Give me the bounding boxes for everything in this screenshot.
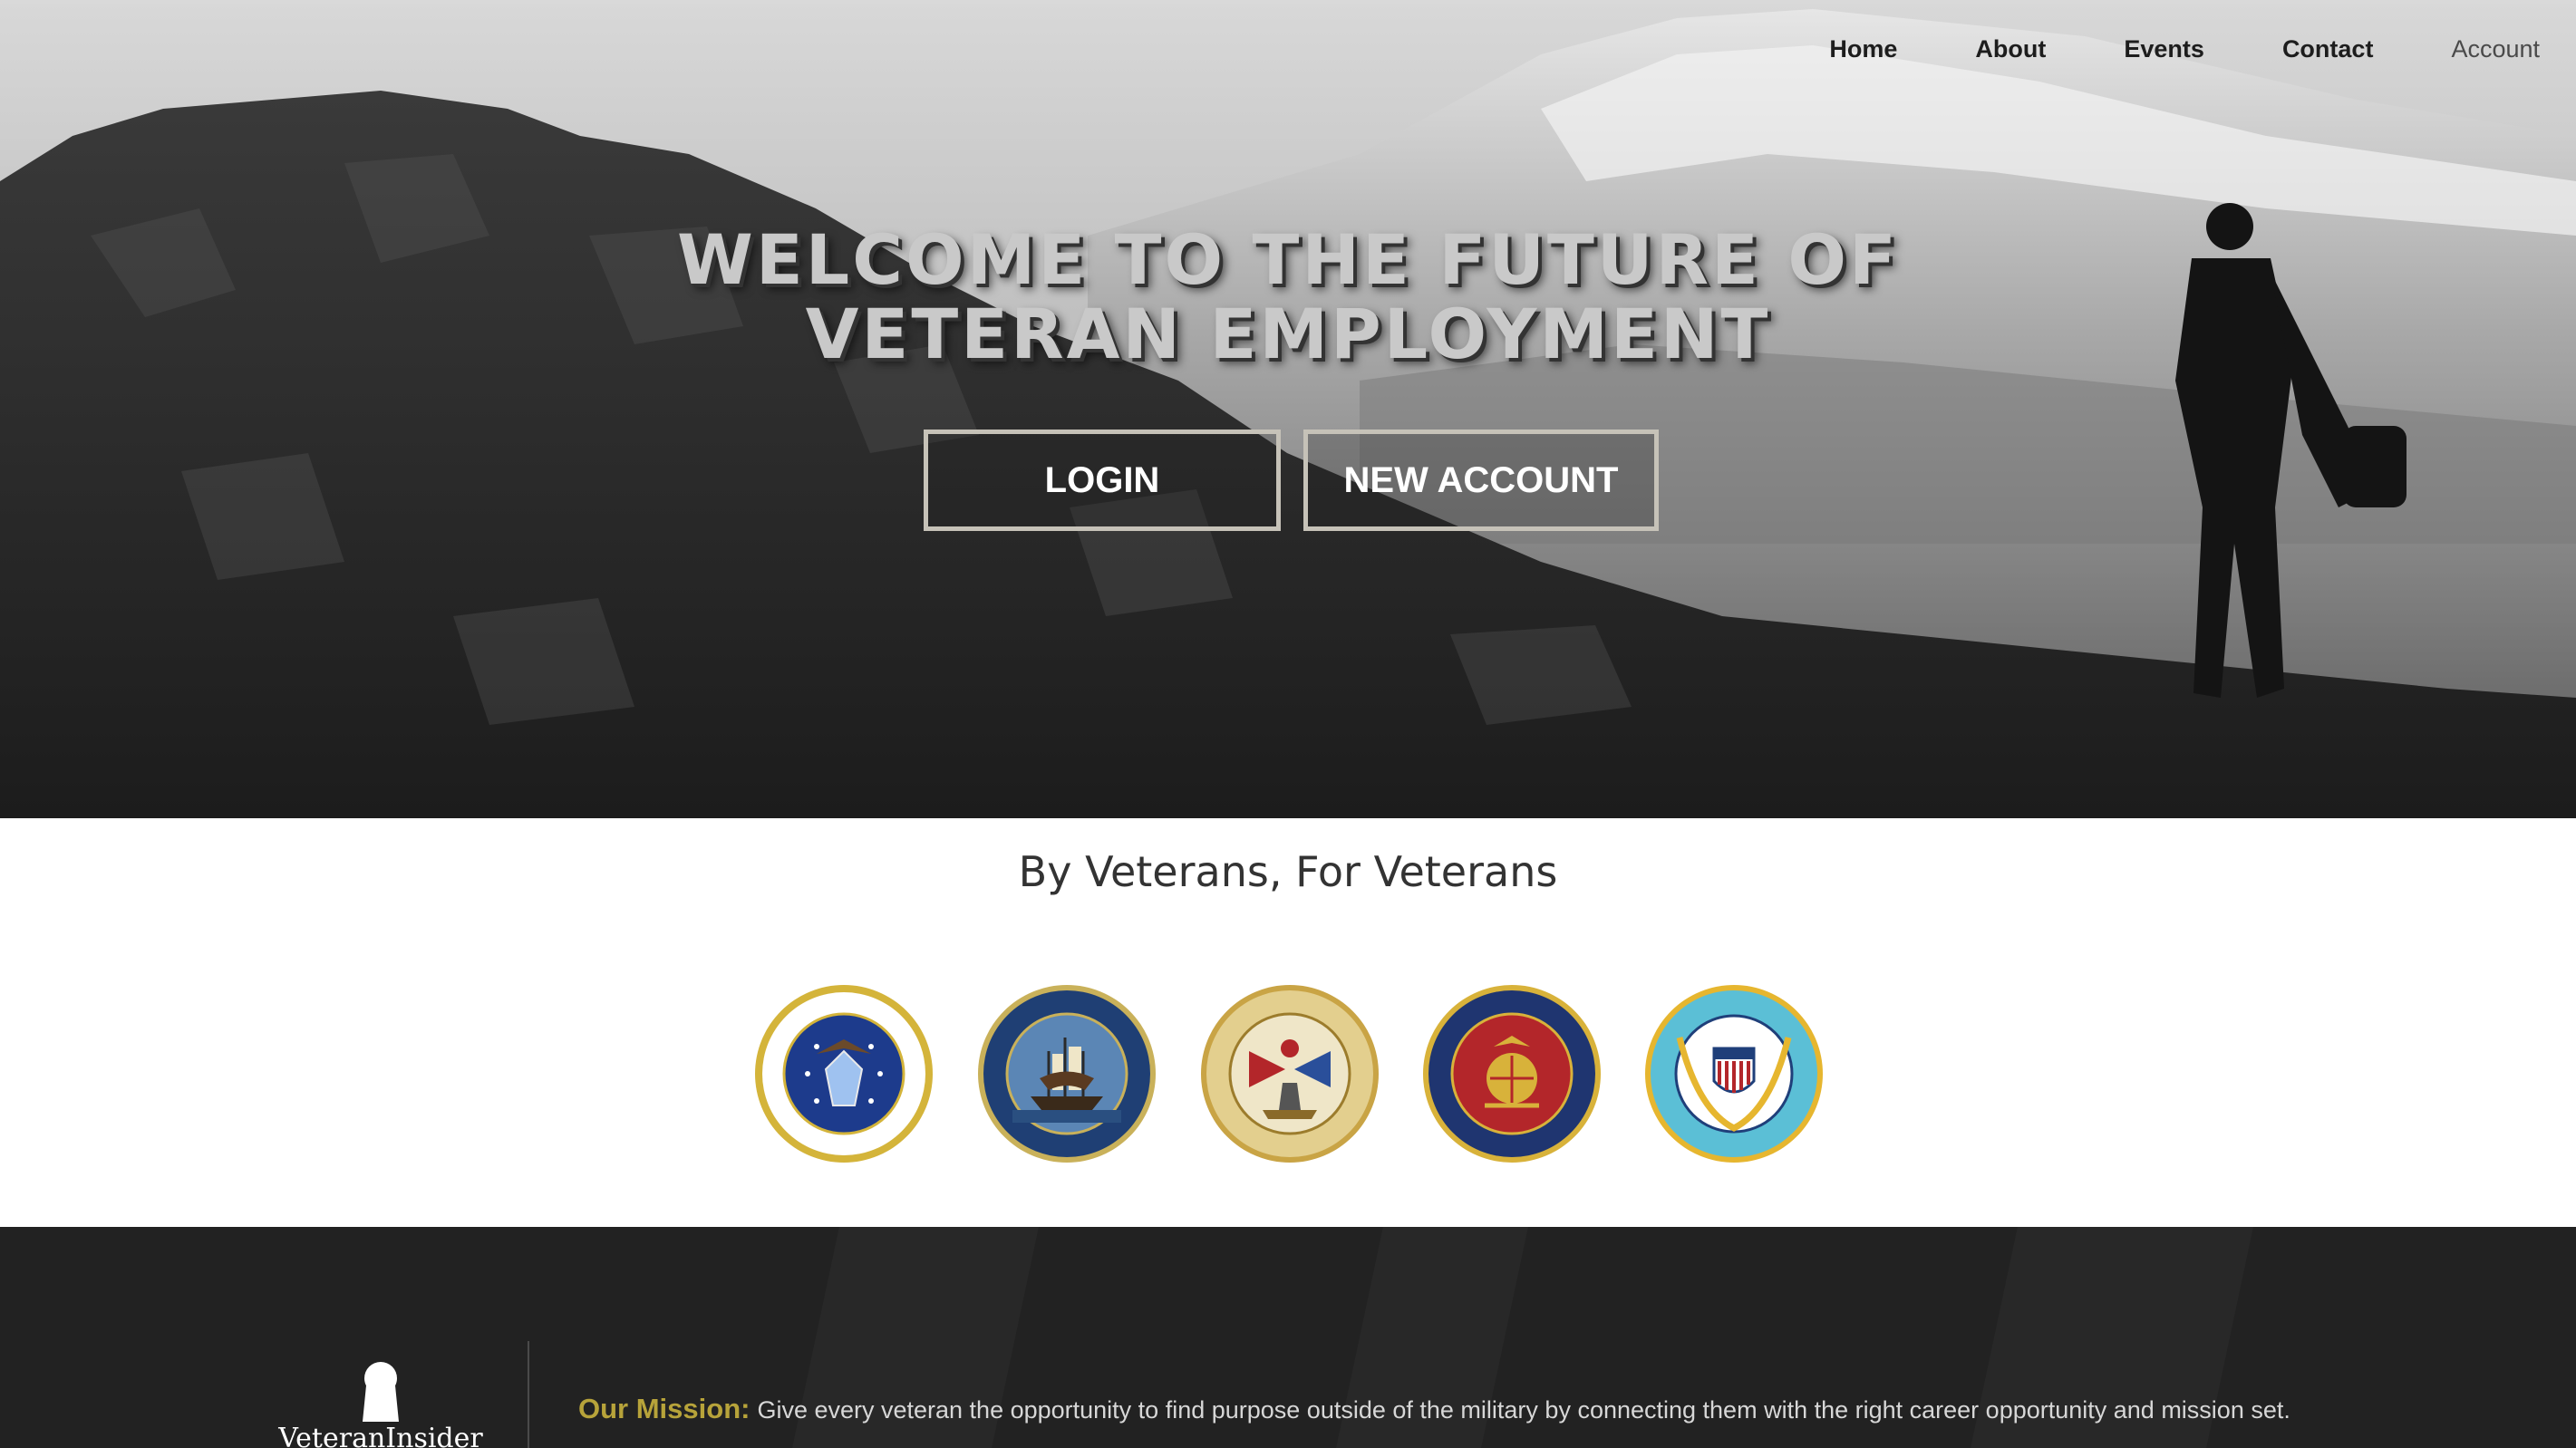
- hero-title-line-2: VETERAN EMPLOYMENT: [805, 294, 1771, 374]
- new-account-button[interactable]: NEW ACCOUNT: [1303, 430, 1659, 531]
- nav-account[interactable]: Account: [2451, 31, 2540, 67]
- mission-label: Our Mission:: [578, 1393, 751, 1424]
- hero-title: WELCOME TO THE FUTURE OF VETERAN EMPLOYM…: [0, 223, 2576, 372]
- army-seal: [1201, 985, 1379, 1163]
- login-button[interactable]: LOGIN: [924, 430, 1281, 531]
- hero-banner: Home About Events Contact Account WELCOM…: [0, 0, 2576, 818]
- footer: VeteranInsider Our Mission: Give every ve…: [0, 1227, 2576, 1448]
- main-nav: Home About Events Contact Account: [1751, 31, 2540, 67]
- hero-title-line-1: WELCOME TO THE FUTURE OF: [677, 219, 1899, 300]
- footer-divider: [528, 1341, 529, 1448]
- mountain-background-image: [0, 0, 2576, 818]
- air-force-seal: [755, 985, 933, 1163]
- nav-home[interactable]: Home: [1829, 31, 1897, 67]
- tagline: By Veterans, For Veterans: [1018, 847, 1558, 896]
- coast-guard-seal: [1645, 985, 1823, 1163]
- nav-about[interactable]: About: [1975, 31, 2046, 67]
- marine-corps-seal: [1423, 985, 1601, 1163]
- navy-seal: [978, 985, 1156, 1163]
- veteraninsider-logo[interactable]: VeteranInsider: [272, 1358, 489, 1448]
- top-border: [0, 0, 2576, 4]
- nav-contact[interactable]: Contact: [2282, 31, 2374, 67]
- mission-statement: Our Mission: Give every veteran the oppor…: [578, 1393, 2290, 1425]
- mission-text: Give every veteran the opportunity to fi…: [757, 1396, 2290, 1424]
- svg-text:VeteranInsider: VeteranInsider: [277, 1423, 483, 1448]
- nav-events[interactable]: Events: [2124, 31, 2204, 67]
